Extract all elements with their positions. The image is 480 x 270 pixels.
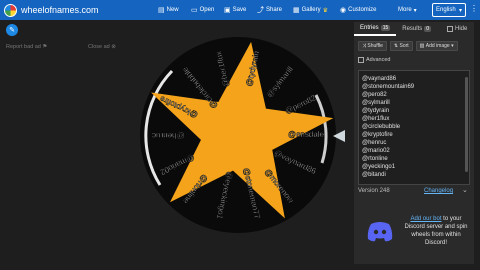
pencil-icon: ✎ [9,27,15,34]
discord-bot-link[interactable]: Add our bot [410,216,441,222]
crown-icon: ♛ [322,7,329,14]
image-icon: ▨ [419,43,425,49]
discord-icon [367,222,393,242]
entries-panel: Entries 15 Results 0 Hide ⤨ Shuffle ⇅ Sort… [354,22,474,264]
checkbox-icon [447,26,453,32]
gallery-icon: ▦ [293,7,300,14]
scrollbar[interactable] [465,77,468,172]
more-button[interactable]: More ▾ [398,0,417,20]
close-icon: ⊗ [111,44,116,50]
entry-item: @bitandi [362,172,386,178]
entries-list: @vaynard86 @stonemountain69 @pero82 @sylmar… [362,75,466,179]
language-select[interactable]: English ▾ [432,3,466,17]
wheel-hub [232,129,244,141]
entry-item: @stonemountain69 [362,84,415,90]
share-icon: ⤴ [257,7,264,14]
entry-item: @circlebubble [362,124,401,130]
chevron-down-icon[interactable]: ⌄ [462,186,468,194]
palette-icon: ◉ [340,7,347,14]
entries-textarea[interactable]: @vaynard86 @stonemountain69 @pero82 @sylmar… [358,70,470,185]
wheel-name-label: @ensdale [288,130,325,139]
new-button[interactable]: ▤ New [158,0,179,20]
wheel[interactable]: @ensdale @vaynard86 @morenow @stoneman77 @ey… [138,35,338,235]
report-ad-link[interactable]: Report bad ad ⚑ [6,44,47,50]
save-button[interactable]: ▣ Save [224,0,246,20]
entry-item: @yeckingo1 [362,164,396,170]
entry-item: @tydyrain [362,108,390,114]
chevron-down-icon: ▾ [451,43,454,49]
close-ad-link[interactable]: Close ad ⊗ [88,44,116,50]
wheel-name-label: @henruc [152,131,185,140]
changelog-link[interactable]: Changelog [424,188,453,194]
discord-promo: Add our bot to your Discord server and s… [402,215,470,247]
entry-item: @her1flux [362,116,390,122]
share-button[interactable]: ⤴ Share [257,0,282,20]
entry-item: @rtonline [362,156,388,162]
app-title: wheelofnames.com [21,5,99,15]
logo-wheel-icon [4,3,17,17]
entry-item: @pero82 [362,92,387,98]
shuffle-button[interactable]: ⤨ Shuffle [358,41,387,51]
sort-button[interactable]: ⇅ Sort [389,41,413,51]
new-file-icon: ▤ [158,7,165,14]
entries-count-badge: 15 [380,25,391,31]
logo[interactable]: wheelofnames.com [4,3,99,17]
hide-checkbox[interactable]: Hide [447,26,467,32]
results-count-badge: 0 [424,26,432,32]
tab-results[interactable]: Results 0 [396,22,437,36]
edit-wheel-button[interactable]: ✎ [6,24,18,36]
add-image-button[interactable]: ▨ Add image ▾ [415,41,458,51]
advanced-checkbox[interactable]: Advanced [358,57,390,63]
open-button[interactable]: ▭ Open [191,0,214,20]
entry-item: @kryptofire [362,132,393,138]
sort-icon: ⇅ [393,43,399,49]
checkbox-icon [358,57,364,63]
tab-entries[interactable]: Entries 15 [354,22,397,36]
chevron-down-icon: ▾ [458,7,462,14]
shuffle-icon: ⤨ [362,43,367,49]
entry-tools: ⤨ Shuffle ⇅ Sort ▨ Add image ▾ [358,41,458,51]
wheel-svg[interactable]: @ensdale@vaynard86@morenow@stoneman77@ey… [138,35,338,235]
customize-button[interactable]: ◉ Customize [340,0,376,20]
gallery-button[interactable]: ▦ Gallery ♛ [293,0,328,20]
entry-item: @sylmarill [362,100,390,106]
flag-icon: ⚑ [42,44,48,50]
wheel-pointer-icon [333,130,345,142]
kebab-menu-icon[interactable]: ⋮ [470,4,478,13]
entry-item: @henruc [362,140,387,146]
entry-item: @vaynard86 [362,76,397,82]
folder-icon: ▭ [191,7,198,14]
chevron-down-icon: ▾ [413,7,417,14]
version-label: Version 248 [358,188,390,194]
entry-item: @mario02 [362,148,390,154]
save-icon: ▣ [224,7,231,14]
top-bar: wheelofnames.com ▤ New ▭ Open ▣ Save ⤴ Share… [0,0,480,20]
